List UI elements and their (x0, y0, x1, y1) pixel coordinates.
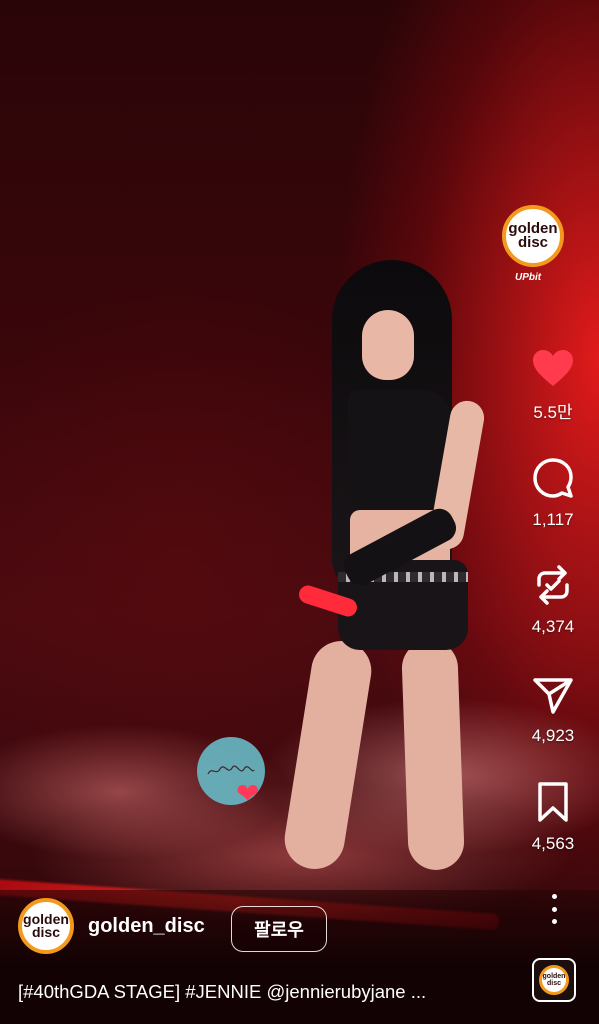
more-icon (551, 894, 557, 899)
save-button[interactable]: 4,563 (518, 780, 588, 854)
performer-leg (280, 636, 376, 874)
more-options-button[interactable] (544, 894, 564, 924)
comment-icon (533, 458, 573, 498)
bookmark-icon (538, 782, 568, 822)
caption[interactable]: [#40thGDA STAGE] #JENNIE @jennierubyjane… (18, 981, 518, 1003)
repost-button[interactable]: 4,374 (518, 563, 588, 637)
comment-count: 1,117 (532, 510, 574, 529)
performer-face (362, 310, 414, 380)
avatar[interactable]: golden disc (18, 898, 74, 954)
more-icon (551, 919, 557, 924)
send-icon (533, 678, 573, 714)
heart-icon (533, 350, 573, 386)
more-icon (551, 906, 557, 912)
audio-thumbnail[interactable]: golden disc (532, 958, 576, 1002)
username[interactable]: golden_disc (88, 915, 205, 938)
brand-logo: golden disc (502, 205, 564, 267)
like-button[interactable]: 5.5만 (518, 348, 588, 423)
sticker-heart-icon: ❤ (236, 778, 260, 809)
brand-logo-line2: disc (517, 234, 548, 251)
repost-count: 4,374 (531, 617, 575, 636)
share-button[interactable]: 4,923 (518, 672, 588, 746)
signature-scribble (207, 765, 255, 775)
like-count: 5.5만 (533, 403, 573, 422)
follow-button[interactable]: 팔로우 (231, 906, 327, 952)
performer (280, 260, 510, 880)
audio-logo: golden disc (539, 965, 569, 995)
share-count: 4,923 (531, 726, 575, 745)
performer-leg (401, 639, 465, 871)
save-count: 4,563 (531, 834, 575, 853)
comment-button[interactable]: 1,117 (518, 456, 588, 530)
avatar-line2: disc (31, 924, 60, 940)
repost-icon (537, 565, 569, 605)
sponsor-logo: UPbit (515, 272, 542, 283)
audio-logo-line1: golden (542, 973, 566, 980)
audio-logo-line2: disc (546, 980, 561, 987)
